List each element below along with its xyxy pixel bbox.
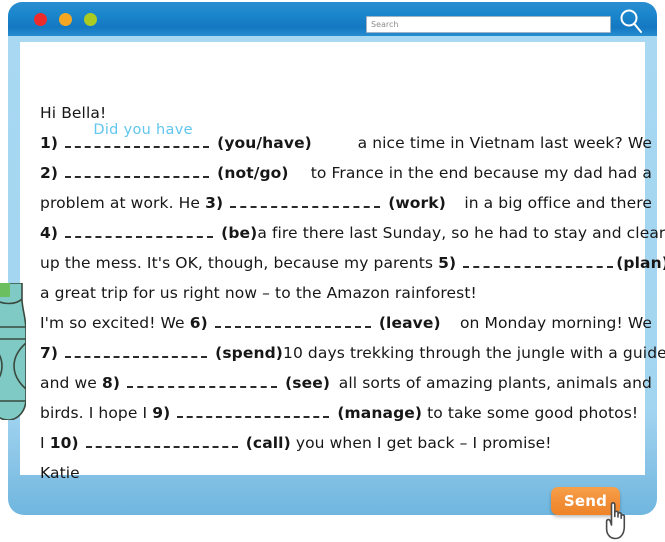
- blank-input-5[interactable]: [463, 252, 614, 268]
- app-window: Hi Bella! 1) Did you have (you/have) a n…: [8, 2, 665, 540]
- verb-cue-6: (leave): [378, 314, 441, 332]
- verb-cue-4: (be): [221, 224, 258, 242]
- letter-text-10b: you when I get back – I promise!: [295, 434, 552, 452]
- letter-line-8: and we 8) (see) all sorts of amazing pla…: [40, 368, 652, 398]
- blank-number-10: 10): [49, 434, 79, 452]
- blank-number-3: 3): [205, 194, 224, 212]
- verb-cue-9: (manage): [337, 404, 423, 422]
- letter-line-5: up the mess. It's OK, though, because my…: [40, 248, 665, 278]
- verb-cue-2: (not/go): [217, 164, 289, 182]
- letter-line-7: 7) (spend) 10 days trekking through the …: [40, 338, 665, 368]
- blank-number-4: 4): [40, 224, 59, 242]
- verb-cue-8: (see): [285, 374, 330, 392]
- letter-text-1: a nice time in Vietnam last week? We: [357, 134, 652, 152]
- window-controls: [34, 13, 97, 26]
- letter-text-3a: problem at work. He: [40, 194, 201, 212]
- send-button[interactable]: Send: [551, 487, 620, 515]
- verb-cue-1: (you/have): [217, 134, 312, 152]
- blank-number-7: 7): [40, 344, 59, 362]
- letter-line-2: 2) (not/go) to France in the end because…: [40, 158, 652, 188]
- verb-cue-7: (spend): [215, 344, 283, 362]
- letter-line-6: I'm so excited! We 6) (leave) on Monday …: [40, 308, 652, 338]
- search-icon[interactable]: [616, 6, 646, 36]
- blank-number-8: 8): [101, 374, 121, 392]
- blank-input-7[interactable]: [65, 342, 208, 358]
- letter-text-7: 10 days trekking through the jungle with…: [282, 344, 665, 362]
- letter-line-3: problem at work. He 3) (work) in a big o…: [40, 188, 652, 218]
- letter-text-9a: birds. I hope I: [40, 404, 148, 422]
- blank-input-3[interactable]: [230, 192, 381, 208]
- blank-answer-1: Did you have: [93, 122, 193, 138]
- letter-text-10a: I: [40, 434, 45, 452]
- blank-input-8[interactable]: [127, 372, 278, 388]
- letter-text-8a: and we: [40, 374, 97, 392]
- letter-text-4: a fire there last Sunday, so he had to s…: [257, 224, 665, 242]
- window-titlebar: [8, 2, 657, 38]
- verb-cue-5: (plan): [616, 254, 665, 272]
- letter-text-6b: on Monday morning! We: [459, 314, 652, 332]
- blank-number-6: 6): [189, 314, 208, 332]
- letter-text-8b: all sorts of amazing plants, animals and: [338, 374, 652, 392]
- letter-text-6a: I'm so excited! We: [40, 314, 185, 332]
- verb-cue-3: (work): [388, 194, 446, 212]
- letter-text-5a: up the mess. It's OK, though, because my…: [40, 254, 434, 272]
- blank-number-5: 5): [438, 254, 457, 272]
- blank-input-1[interactable]: Did you have: [65, 122, 210, 148]
- blank-number-2: 2): [40, 164, 59, 182]
- letter-signature: Katie: [40, 464, 80, 482]
- search-input[interactable]: [366, 16, 611, 33]
- zoom-button[interactable]: [84, 13, 97, 26]
- blank-input-4[interactable]: [65, 222, 214, 238]
- window-body: Hi Bella! 1) Did you have (you/have) a n…: [8, 36, 665, 540]
- letter-line-9: birds. I hope I 9) (manage) to take some…: [40, 398, 652, 428]
- letter-line-5b: a great trip for us right now – to the A…: [40, 284, 477, 302]
- blank-number-9: 9): [152, 404, 171, 422]
- search-area: [366, 9, 642, 33]
- letter-text-9b: to take some good photos!: [427, 404, 639, 422]
- blank-input-10[interactable]: [85, 432, 238, 448]
- letter-line-1: 1) Did you have (you/have) a nice time i…: [40, 122, 652, 158]
- message-sheet: Hi Bella! 1) Did you have (you/have) a n…: [20, 42, 665, 482]
- blank-input-2[interactable]: [65, 162, 210, 178]
- blank-input-9[interactable]: [177, 402, 330, 418]
- close-button[interactable]: [34, 13, 47, 26]
- verb-cue-10: (call): [245, 434, 291, 452]
- letter-text-2: to France in the end because my dad had …: [310, 164, 652, 182]
- letter-body: Hi Bella! 1) Did you have (you/have) a n…: [40, 98, 665, 488]
- letter-text-3b: in a big office and there: [464, 194, 652, 212]
- blank-number-1: 1): [40, 134, 59, 152]
- letter-line-10: I 10) (call) you when I get back – I pro…: [40, 428, 652, 458]
- letter-line-4: 4) (be) a fire there last Sunday, so he …: [40, 218, 665, 248]
- blank-input-6[interactable]: [214, 312, 371, 328]
- minimize-button[interactable]: [59, 13, 72, 26]
